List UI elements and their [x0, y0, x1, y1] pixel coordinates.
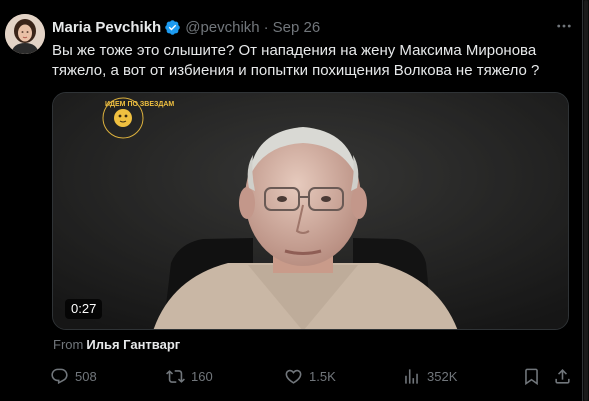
watermark-text: ИДЕМ ПО ЗВЕЗДАМ [105, 101, 174, 108]
like-count: 1.5K [309, 368, 336, 384]
like-button[interactable]: 1.5K [284, 364, 336, 388]
views-count: 352K [427, 368, 458, 384]
views-icon [405, 368, 418, 384]
bookmark-icon [525, 368, 538, 385]
video-player[interactable]: ИДЕМ ПО ЗВЕЗДАМ 0:27 [52, 92, 569, 330]
tweet-actions: 508 160 1.5K 352K [50, 364, 570, 388]
more-options-button[interactable] [553, 15, 575, 37]
reply-button[interactable]: 508 [50, 364, 97, 388]
share-button[interactable] [553, 364, 578, 388]
repost-count: 160 [191, 368, 213, 384]
tweet-date[interactable]: Sep 26 [273, 19, 321, 36]
reply-icon [51, 368, 68, 384]
author-handle[interactable]: @pevchikh [185, 19, 259, 36]
source-prefix: From [53, 337, 84, 352]
verified-badge-icon[interactable] [164, 19, 181, 36]
video-duration-badge: 0:27 [65, 299, 103, 319]
source-name[interactable]: Илья Гантварг [86, 337, 180, 352]
author-name[interactable]: Maria Pevchikh [52, 19, 161, 36]
bookmark-button[interactable] [522, 364, 547, 388]
like-icon [285, 369, 302, 384]
views-button[interactable]: 352K [402, 364, 457, 388]
reply-count: 508 [75, 368, 97, 384]
scrollbar[interactable] [583, 0, 589, 401]
tweet-card[interactable]: Maria Pevchikh @pevchikh · Sep 26 Вы же … [0, 0, 583, 401]
media-source-attribution: From Илья Гантварг [53, 337, 180, 352]
tweet-text: Вы же тоже это слышите? От нападения на … [52, 42, 540, 79]
repost-icon [166, 369, 185, 383]
repost-button[interactable]: 160 [166, 364, 213, 388]
scrollbar-thumb[interactable] [584, 0, 588, 401]
video-frame: ИДЕМ ПО ЗВЕЗДАМ [53, 93, 568, 329]
more-icon [557, 24, 571, 28]
avatar-image [5, 14, 45, 54]
header-separator: · [263, 18, 269, 36]
avatar[interactable] [5, 14, 45, 54]
share-icon [555, 368, 570, 384]
tweet-header: Maria Pevchikh @pevchikh · Sep 26 [52, 17, 320, 37]
